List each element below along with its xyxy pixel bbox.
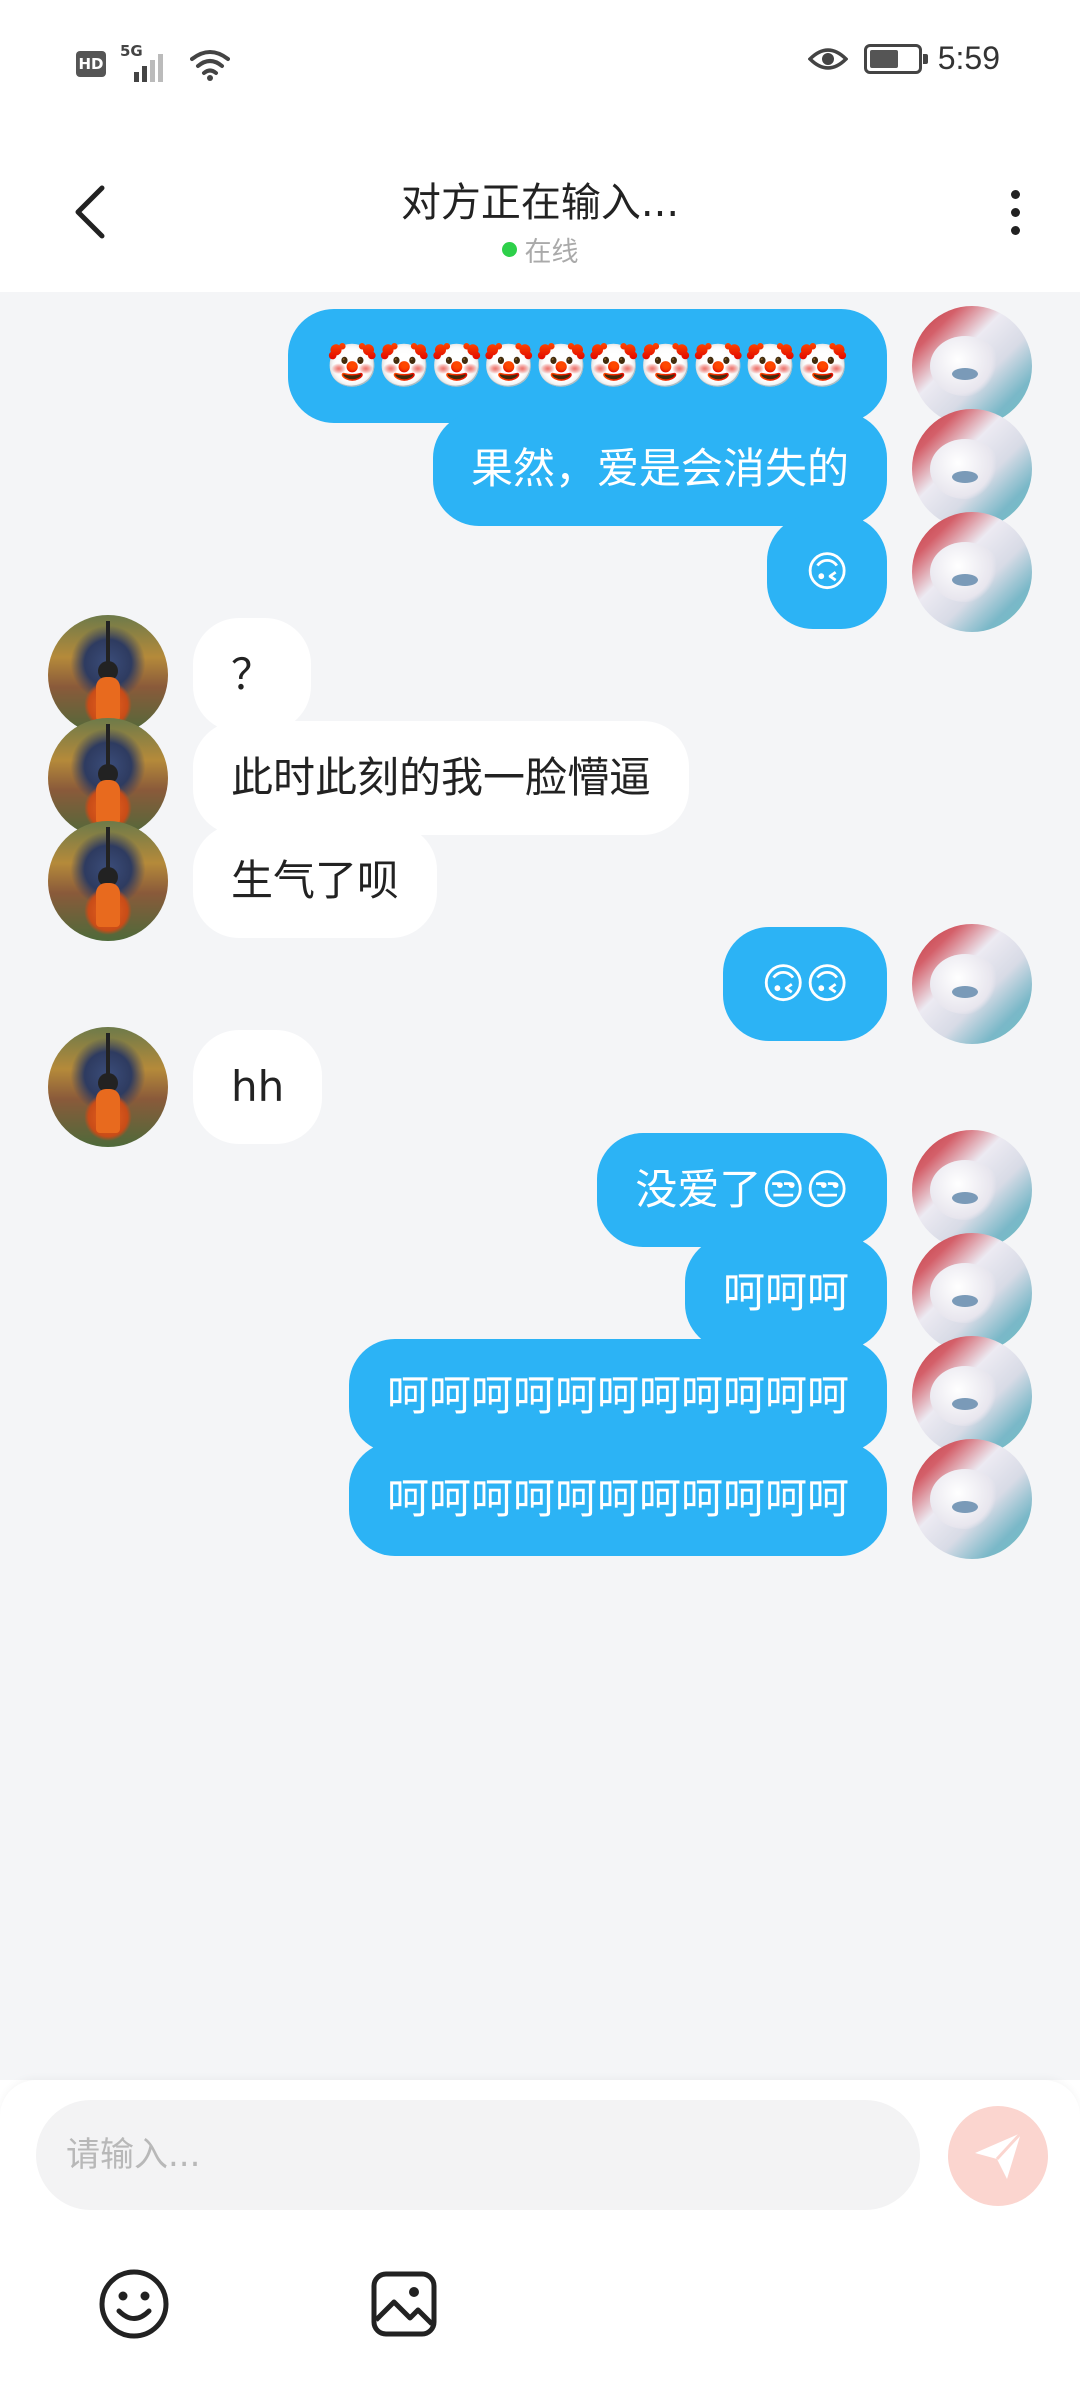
clock: 5:59 (937, 40, 1000, 76)
hd-badge: HD (76, 51, 106, 77)
my-avatar[interactable] (912, 1233, 1032, 1353)
message-text: 🤡🤡🤡🤡🤡🤡🤡🤡🤡🤡 (326, 341, 849, 390)
incoming-message-bubble[interactable]: 生气了呗 (193, 824, 438, 938)
message-text: 生气了呗 (231, 856, 400, 905)
outgoing-message-bubble[interactable]: 呵呵呵呵呵呵呵呵呵呵呵 (348, 1442, 887, 1556)
eye-icon (807, 47, 848, 70)
message-row: hh (0, 1027, 1080, 1147)
message-row: 此时此刻的我一脸懵逼 (0, 718, 1080, 838)
message-list[interactable]: 🤡🤡🤡🤡🤡🤡🤡🤡🤡🤡 果然，爱是会消失的 🙃 ？ 此时此刻的我一脸懵逼 生气了呗 🙃🙃 hh 没… (0, 292, 1080, 2080)
message-row: 呵呵呵呵呵呵呵呵呵呵呵 (0, 1336, 1080, 1456)
outgoing-message-bubble[interactable]: 没爱了😒😒 (597, 1133, 887, 1247)
outgoing-message-bubble[interactable]: 呵呵呵呵呵呵呵呵呵呵呵 (348, 1339, 887, 1453)
message-row: 🙃 (0, 512, 1080, 632)
my-avatar[interactable] (912, 1439, 1032, 1559)
message-row: 呵呵呵呵呵呵呵呵呵呵呵 (0, 1439, 1080, 1559)
message-text: 此时此刻的我一脸懵逼 (231, 753, 652, 802)
outgoing-message-bubble[interactable]: 🙃🙃 (723, 927, 887, 1041)
my-avatar[interactable] (912, 306, 1032, 426)
composer-panel (0, 2080, 1080, 2388)
image-button[interactable] (366, 2266, 442, 2342)
incoming-message-bubble[interactable]: hh (193, 1030, 323, 1144)
message-text: hh (231, 1062, 285, 1111)
chat-header: 对方正在输入... 在线 (0, 130, 1080, 292)
incoming-message-bubble[interactable]: ？ (193, 618, 312, 732)
outgoing-message-bubble[interactable]: 🙃 (767, 515, 887, 629)
more-options-button[interactable] (990, 182, 1040, 242)
outgoing-message-bubble[interactable]: 呵呵呵 (684, 1236, 887, 1350)
signal-bars (134, 54, 163, 82)
presence-status: 在线 (0, 230, 1080, 269)
contact-avatar[interactable] (48, 718, 168, 838)
my-avatar[interactable] (912, 1130, 1032, 1250)
online-dot (501, 242, 517, 257)
message-row: 生气了呗 (0, 821, 1080, 941)
battery-level (869, 49, 899, 68)
contact-avatar[interactable] (48, 1027, 168, 1147)
message-text: 呵呵呵 (722, 1268, 849, 1317)
message-text: 呵呵呵呵呵呵呵呵呵呵呵 (386, 1371, 849, 1420)
chat-title: 对方正在输入... (400, 180, 680, 226)
emoji-icon (99, 2269, 169, 2339)
incoming-message-bubble[interactable]: 此时此刻的我一脸懵逼 (193, 721, 690, 835)
my-avatar[interactable] (912, 924, 1032, 1044)
outgoing-message-bubble[interactable]: 🤡🤡🤡🤡🤡🤡🤡🤡🤡🤡 (288, 309, 887, 423)
message-text: 果然，爱是会消失的 (470, 444, 849, 493)
message-row: 没爱了😒😒 (0, 1130, 1080, 1250)
message-row: 呵呵呵 (0, 1233, 1080, 1353)
contact-avatar[interactable] (48, 615, 168, 735)
message-text: 没爱了😒😒 (635, 1165, 849, 1214)
message-text: 🙃🙃 (761, 959, 849, 1008)
signal-icon: 5G (120, 42, 176, 82)
send-icon (975, 2131, 1023, 2179)
message-row: ？ (0, 615, 1080, 735)
wifi-icon (190, 50, 230, 81)
status-right: 5:59 (807, 40, 1000, 77)
image-icon (371, 2271, 437, 2337)
my-avatar[interactable] (912, 409, 1032, 529)
battery-icon (863, 43, 928, 74)
more-vertical-icon (1010, 189, 1020, 199)
message-text: ？ (231, 650, 274, 699)
message-input[interactable] (36, 2100, 920, 2210)
status-left: HD 5G (76, 42, 230, 82)
message-row: 🙃🙃 (0, 924, 1080, 1044)
emoji-button[interactable] (96, 2266, 172, 2342)
send-button[interactable] (948, 2106, 1048, 2206)
message-text: 🙃 (805, 547, 849, 596)
message-row: 果然，爱是会消失的 (0, 409, 1080, 529)
my-avatar[interactable] (912, 1336, 1032, 1456)
my-avatar[interactable] (912, 512, 1032, 632)
outgoing-message-bubble[interactable]: 果然，爱是会消失的 (432, 412, 887, 526)
presence-label: 在线 (524, 237, 579, 268)
message-row: 🤡🤡🤡🤡🤡🤡🤡🤡🤡🤡 (0, 306, 1080, 426)
status-bar: HD 5G 5:59 (0, 0, 1080, 130)
contact-avatar[interactable] (48, 821, 168, 941)
message-text: 呵呵呵呵呵呵呵呵呵呵呵 (386, 1474, 849, 1523)
